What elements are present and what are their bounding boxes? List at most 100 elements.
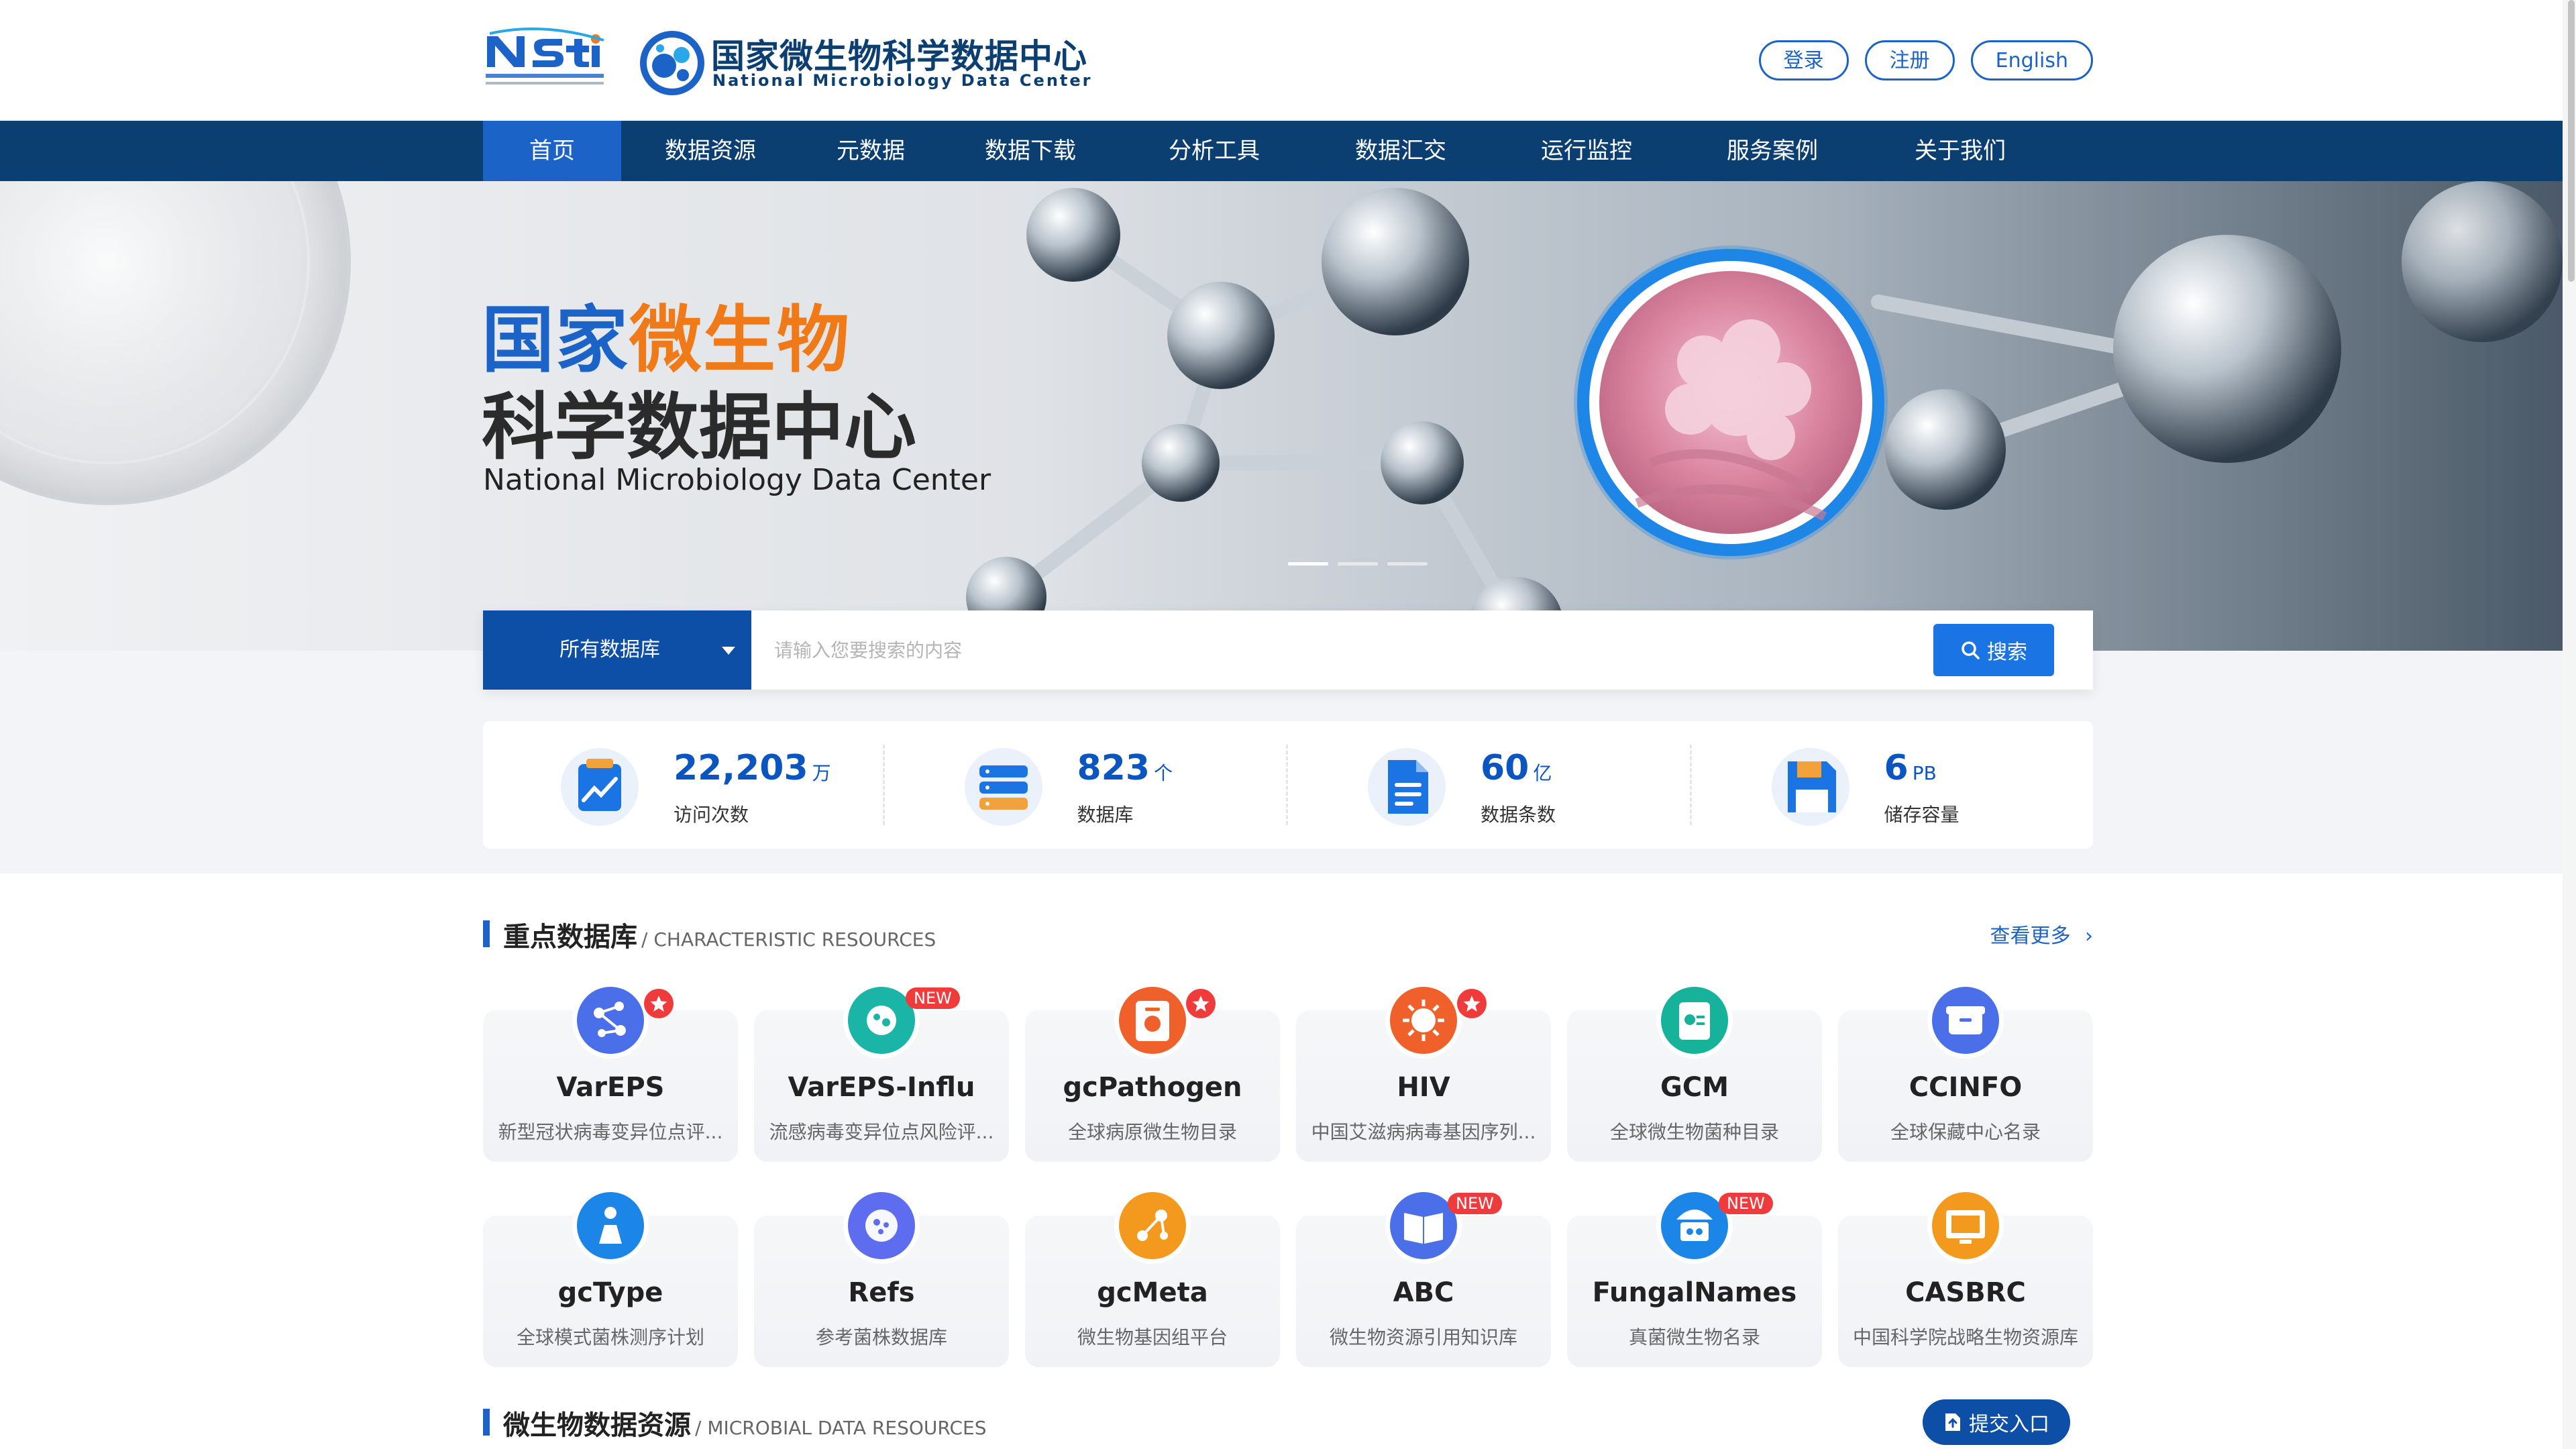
database-card-title: CCINFO: [1909, 1072, 2023, 1103]
carousel-dot-3[interactable]: [1387, 562, 1428, 566]
featured-star-icon: [1185, 987, 1217, 1020]
database-card-ccinfo[interactable]: CCINFO 全球保藏中心名录: [1838, 982, 2093, 1162]
hero-subtitle: National Microbiology Data Center: [483, 463, 991, 497]
nmdc-logo[interactable]: 国家微生物科学数据中心 National Microbiology Data C…: [637, 25, 1093, 99]
caret-down-icon: [722, 647, 735, 655]
search-bar: 所有数据库 搜索: [483, 610, 2093, 690]
nav-item-2[interactable]: 数据资源: [621, 121, 800, 181]
page-scrollbar[interactable]: [2563, 0, 2576, 1449]
scrollbar-thumb[interactable]: [2568, 0, 2575, 282]
database-card-title: VarEPS-Influ: [788, 1072, 975, 1103]
database-gctype-icon: [571, 1186, 650, 1265]
nsti-logo[interactable]: [483, 27, 608, 91]
database-gcmeta-icon: [1113, 1186, 1192, 1265]
search-button[interactable]: 搜索: [1933, 624, 2054, 676]
upload-file-icon: [1945, 1413, 1960, 1431]
stat-databases-label: 数据库: [1077, 804, 1134, 826]
chevron-right-icon: ›: [2085, 924, 2093, 948]
search-icon: [1962, 641, 1980, 659]
database-card-gcm[interactable]: GCM 全球微生物菌种目录: [1567, 982, 1822, 1162]
database-card-hiv[interactable]: HIV 中国艾滋病病毒基因序列...: [1296, 982, 1551, 1162]
nav-item-9[interactable]: 关于我们: [1864, 121, 2057, 181]
search-input[interactable]: [751, 610, 1933, 690]
login-button[interactable]: 登录: [1758, 40, 1849, 80]
database-card-vareps[interactable]: VarEPS 新型冠状病毒变异位点评...: [483, 982, 738, 1162]
featured-section-title-en: / CHARACTERISTIC RESOURCES: [641, 928, 936, 951]
database-card-title: Refs: [848, 1277, 915, 1308]
database-card-title: gcMeta: [1097, 1277, 1208, 1308]
stat-storage-label: 储存容量: [1884, 804, 1960, 826]
database-card-vareps-influ[interactable]: NEW VarEPS-Influ 流感病毒变异位点风险评...: [754, 982, 1009, 1162]
database-hiv-icon: [1384, 981, 1463, 1060]
document-icon: [1368, 748, 1446, 826]
nav-item-4[interactable]: 数据下载: [942, 121, 1119, 181]
view-more-link[interactable]: 查看更多 ›: [1990, 919, 2093, 949]
server-icon: [964, 748, 1042, 826]
database-card-title: FungalNames: [1592, 1277, 1797, 1308]
database-card-description: 真菌微生物名录: [1628, 1326, 1760, 1348]
nav-item-6[interactable]: 数据汇交: [1309, 121, 1492, 181]
new-badge: NEW: [906, 987, 960, 1009]
microbial-section-title: 微生物数据资源 / MICROBIAL DATA RESOURCES: [503, 1410, 987, 1441]
database-card-description: 微生物资源引用知识库: [1329, 1326, 1517, 1348]
database-card-description: 中国科学院战略生物资源库: [1852, 1326, 2078, 1348]
database-card-title: CASBRC: [1905, 1277, 2026, 1308]
nav-item-7[interactable]: 运行监控: [1492, 121, 1681, 181]
database-vareps-icon: [571, 981, 650, 1060]
database-card-description: 全球模式菌株测序计划: [516, 1326, 704, 1348]
hero-banner: 国家微生物 科学数据中心 National Microbiology Data …: [0, 181, 2576, 651]
database-refs-icon: [842, 1186, 921, 1265]
hero-background-illustration: [0, 181, 2563, 651]
database-card-description: 全球病原微生物目录: [1067, 1121, 1237, 1143]
database-select[interactable]: 所有数据库: [483, 610, 751, 690]
section-accent-bar: [483, 1409, 490, 1436]
carousel-dot-1[interactable]: [1288, 562, 1328, 566]
microbial-section-header: 微生物数据资源 / MICROBIAL DATA RESOURCES 提交入口: [483, 1399, 2093, 1445]
featured-cards-row-2: gcType 全球模式菌株测序计划 Refs 参考菌株数据库 gcMeta 微生物基因组平…: [483, 1187, 2093, 1367]
main-nav: 首页 数据资源 元数据 数据下载 分析工具 数据汇交 运行监控 服务案例 关于我们: [0, 121, 2576, 181]
carousel-dot-2[interactable]: [1338, 562, 1378, 566]
database-card-refs[interactable]: Refs 参考菌株数据库: [754, 1187, 1009, 1367]
hero-title-line2: 科学数据中心: [482, 386, 917, 470]
stat-visits: 22,203 万 访问次数: [483, 721, 883, 849]
nav-item-8[interactable]: 服务案例: [1681, 121, 1864, 181]
stat-visits-value: 22,203 万: [674, 748, 831, 788]
submit-entry-button[interactable]: 提交入口: [1923, 1399, 2070, 1445]
database-card-title: gcPathogen: [1063, 1072, 1242, 1103]
database-card-gctype[interactable]: gcType 全球模式菌株测序计划: [483, 1187, 738, 1367]
database-gcm-icon: [1655, 981, 1734, 1060]
site-header: 国家微生物科学数据中心 National Microbiology Data C…: [0, 0, 2576, 121]
language-english-button[interactable]: English: [1970, 40, 2093, 80]
database-card-title: gcType: [557, 1277, 663, 1308]
database-select-value: 所有数据库: [559, 638, 660, 661]
database-card-gcmeta[interactable]: gcMeta 微生物基因组平台: [1025, 1187, 1280, 1367]
database-card-fungalnames[interactable]: NEW FungalNames 真菌微生物名录: [1567, 1187, 1822, 1367]
floppy-disk-icon: [1771, 748, 1849, 826]
database-card-abc[interactable]: NEW ABC 微生物资源引用知识库: [1296, 1187, 1551, 1367]
stat-visits-label: 访问次数: [674, 804, 749, 826]
nav-item-1[interactable]: 首页: [483, 121, 621, 181]
database-ccinfo-icon: [1926, 981, 2005, 1060]
database-card-gcpathogen[interactable]: gcPathogen 全球病原微生物目录: [1025, 982, 1280, 1162]
main-nav-items: 首页 数据资源 元数据 数据下载 分析工具 数据汇交 运行监控 服务案例 关于我们: [483, 121, 2093, 181]
stat-records-value: 60 亿: [1481, 748, 1552, 788]
database-gcpathogen-icon: [1113, 981, 1192, 1060]
section-accent-bar: [483, 920, 490, 947]
auth-links: 登录 注册 English: [1758, 40, 2093, 80]
database-card-description: 微生物基因组平台: [1077, 1326, 1228, 1348]
view-more-label: 查看更多: [1990, 924, 2071, 948]
search-button-label: 搜索: [1987, 641, 2027, 664]
database-card-description: 新型冠状病毒变异位点评...: [498, 1121, 723, 1143]
nav-item-5[interactable]: 分析工具: [1119, 121, 1309, 181]
register-button[interactable]: 注册: [1864, 40, 1955, 80]
database-card-description: 流感病毒变异位点风险评...: [769, 1121, 994, 1143]
database-card-description: 中国艾滋病病毒基因序列...: [1311, 1121, 1536, 1143]
database-card-description: 参考菌株数据库: [815, 1326, 947, 1348]
stat-databases-value: 823 个: [1077, 748, 1173, 788]
nav-item-3[interactable]: 元数据: [800, 121, 942, 181]
submit-entry-label: 提交入口: [1969, 1413, 2049, 1436]
microbial-section-title-en: / MICROBIAL DATA RESOURCES: [695, 1417, 987, 1439]
database-card-casbrc[interactable]: CASBRC 中国科学院战略生物资源库: [1838, 1187, 2093, 1367]
stat-records-label: 数据条数: [1481, 804, 1556, 826]
database-card-title: ABC: [1393, 1277, 1454, 1308]
